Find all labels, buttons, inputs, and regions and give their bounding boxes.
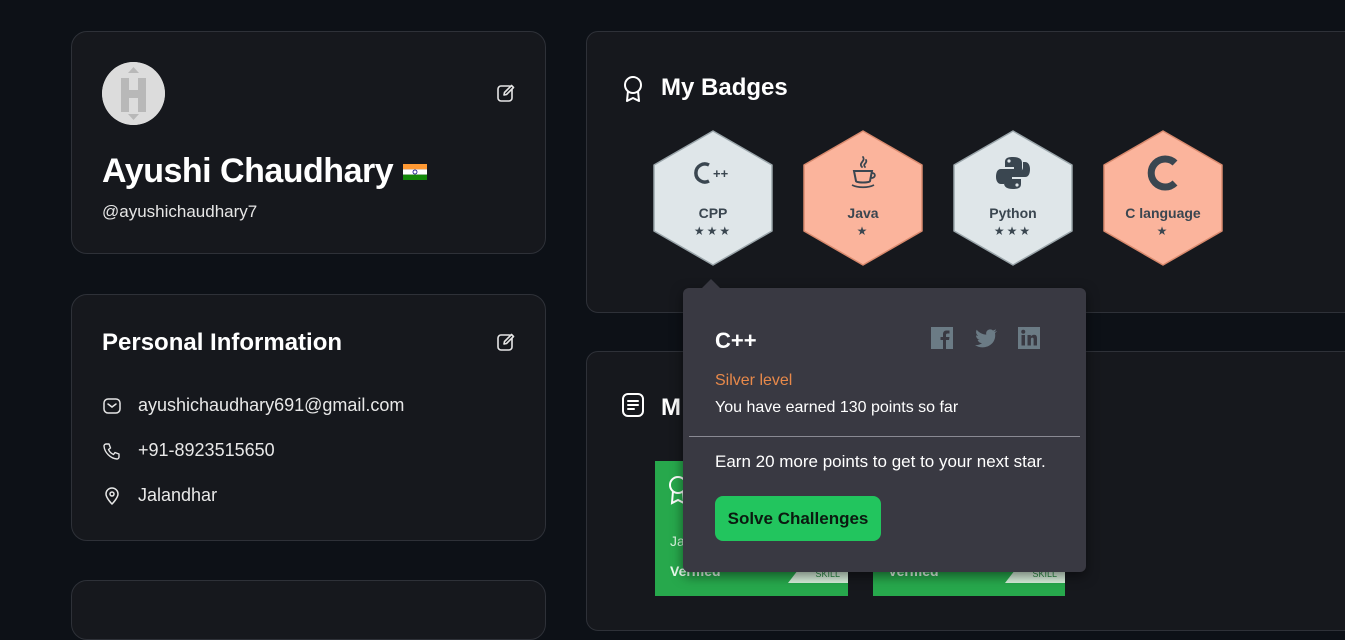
python-icon <box>950 157 1076 196</box>
facebook-icon[interactable] <box>930 326 954 350</box>
tooltip-points: You have earned 130 points so far <box>715 399 959 416</box>
badge-hexagon <box>803 130 923 266</box>
badge-label: CPP <box>698 205 728 221</box>
profile-name-row: Ayushi Chaudhary <box>102 152 428 191</box>
location-pin-icon <box>105 486 119 505</box>
badge-label: Java <box>847 205 879 221</box>
badge-label: Python <box>989 205 1037 221</box>
edit-personal-info-icon[interactable] <box>496 332 516 352</box>
phone-value: +91-8923515650 <box>138 440 275 460</box>
badge-java[interactable]: Java ★ <box>800 129 926 267</box>
india-flag-icon <box>403 163 428 180</box>
linkedin-icon[interactable] <box>1017 326 1041 350</box>
tooltip-title: C++ <box>715 328 757 353</box>
phone-row: +91-8923515650 <box>102 440 275 461</box>
badge-stars: ★ <box>856 224 870 238</box>
badge-stars: ★ <box>1156 224 1170 238</box>
badges-card: My Badges ++ CPP ★★★ Java ★ Python ★★★ C… <box>586 31 1345 313</box>
avatar <box>102 62 165 125</box>
mail-icon <box>103 397 121 414</box>
certificates-title: M <box>661 394 681 421</box>
badge-python[interactable]: Python ★★★ <box>950 129 1076 267</box>
profile-username: @ayushichaudhary7 <box>102 202 258 221</box>
tooltip-next-star: Earn 20 more points to get to your next … <box>715 452 1046 471</box>
location-row: Jalandhar <box>102 485 217 506</box>
twitter-icon[interactable] <box>974 326 998 350</box>
next-section-card <box>71 580 546 640</box>
badges-title: My Badges <box>661 74 788 101</box>
badge-cpp[interactable]: ++ CPP ★★★ <box>650 129 776 267</box>
c-icon <box>1100 155 1226 198</box>
badge-hexagon <box>1103 130 1223 266</box>
tooltip-level: Silver level <box>715 372 793 389</box>
email-row: ayushichaudhary691@gmail.com <box>102 395 404 416</box>
badge-label: C language <box>1125 205 1201 221</box>
award-icon <box>624 76 642 102</box>
badge-hexagon <box>953 130 1073 266</box>
badge-c-language[interactable]: C language ★ <box>1100 129 1226 267</box>
phone-icon <box>103 442 120 460</box>
badge-stars: ★★★ <box>993 224 1033 238</box>
cpp-icon: ++ <box>650 159 776 194</box>
profile-name: Ayushi Chaudhary <box>102 152 394 190</box>
java-icon <box>800 156 926 196</box>
document-icon <box>622 393 644 417</box>
edit-profile-icon[interactable] <box>496 83 516 103</box>
badge-stars: ★★★ <box>693 224 733 238</box>
location-value: Jalandhar <box>138 485 218 505</box>
svg-text:++: ++ <box>713 166 729 181</box>
email-value: ayushichaudhary691@gmail.com <box>138 395 405 415</box>
personal-info-card: Personal Information ayushichaudhary691@… <box>71 294 546 541</box>
badge-tooltip: C++ Silver level You have earned 130 poi… <box>683 279 1086 572</box>
solve-challenges-button[interactable]: Solve Challenges <box>715 496 881 541</box>
badge-hexagon <box>653 130 773 266</box>
profile-card: Ayushi Chaudhary @ayushichaudhary7 <box>71 31 546 254</box>
personal-info-title: Personal Information <box>102 329 343 356</box>
tooltip-divider <box>689 436 1080 437</box>
